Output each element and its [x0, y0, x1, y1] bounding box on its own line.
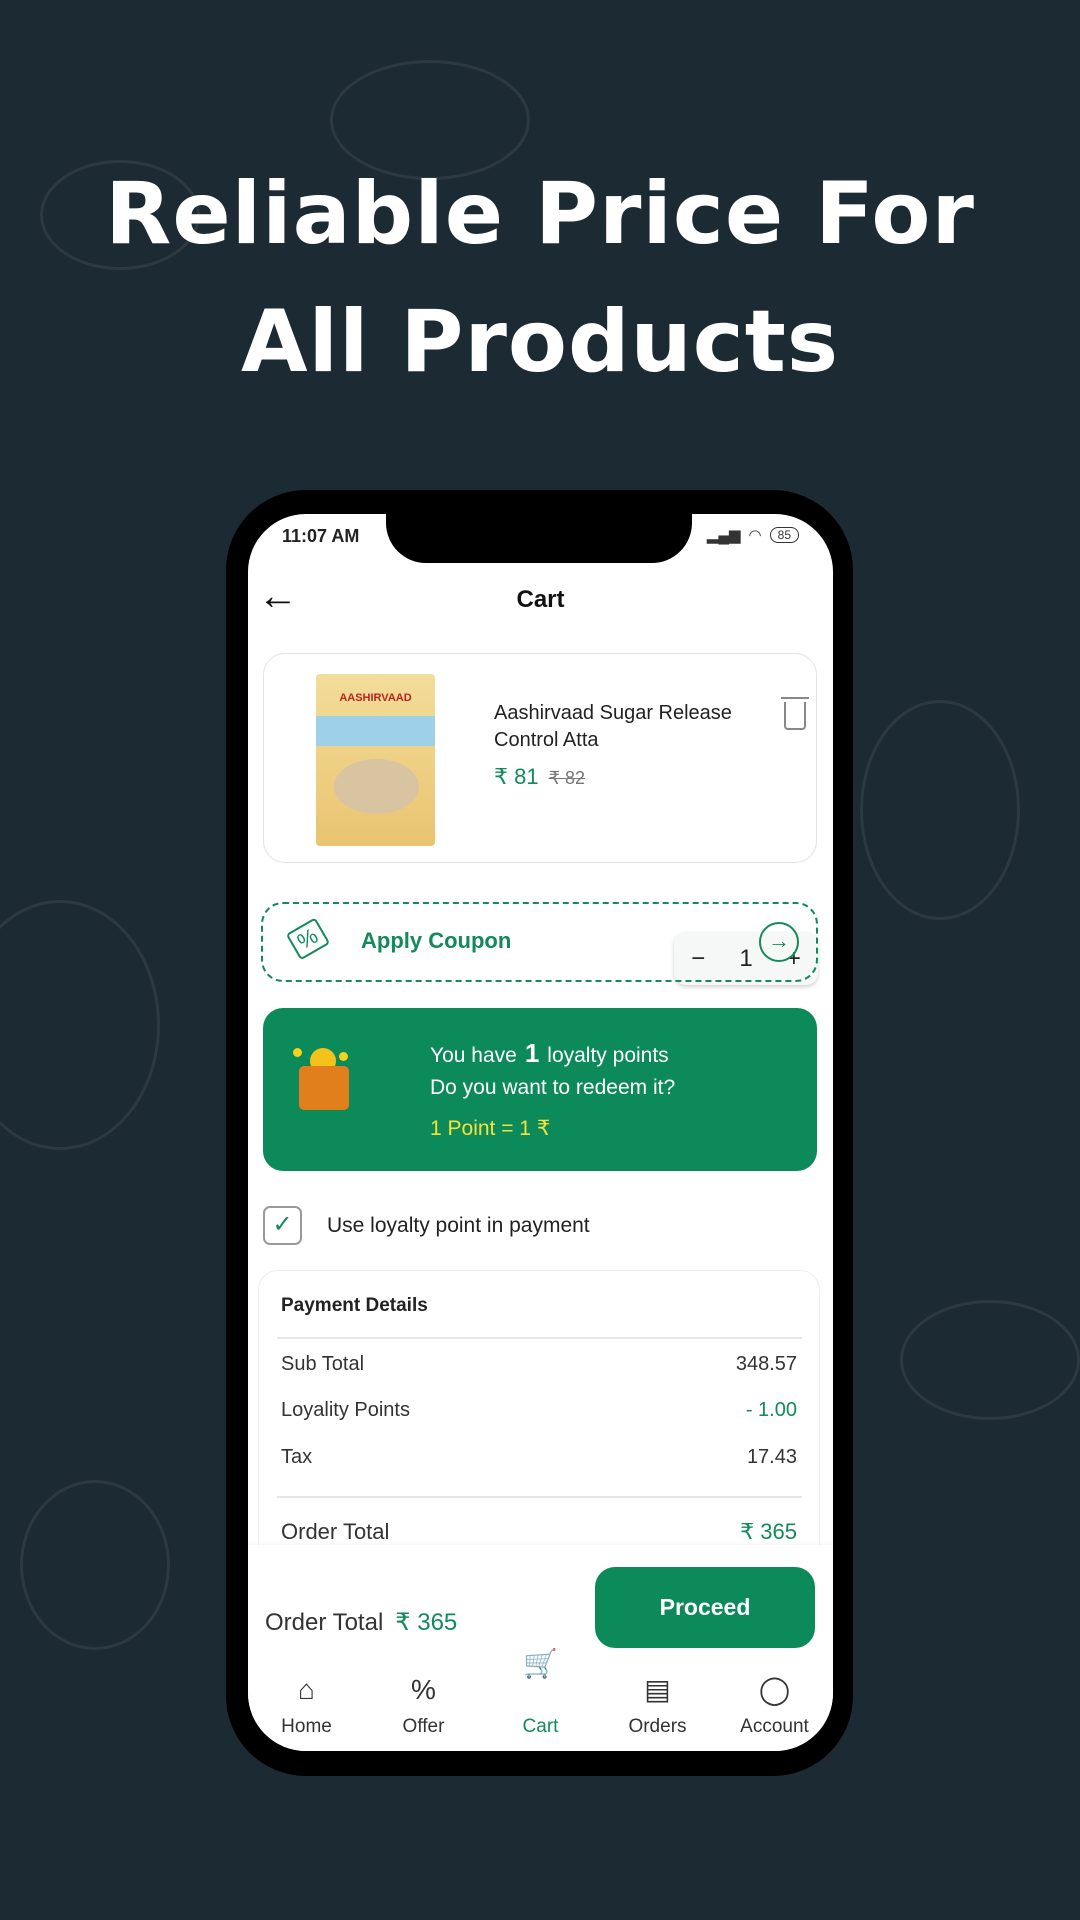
background-doodle	[20, 1480, 170, 1650]
checkout-bar: Order Total ₹ 365 Proceed ⌂ Home % Offer 🛒 C…	[248, 1545, 833, 1751]
sale-price: ₹ 81	[494, 764, 539, 789]
order-total-label: Order Total	[281, 1519, 390, 1544]
nav-home[interactable]: ⌂ Home	[248, 1670, 365, 1738]
percent-icon: %	[411, 1674, 436, 1705]
nav-cart[interactable]: 🛒 Cart	[482, 1648, 599, 1738]
orders-icon: ▤	[644, 1674, 671, 1705]
arrow-right-circle-icon[interactable]: →	[759, 922, 799, 962]
divider	[277, 1496, 802, 1498]
product-pack-logo: AASHIRVAAD	[339, 692, 412, 704]
divider	[277, 1337, 802, 1339]
bottom-nav: ⌂ Home % Offer 🛒 Cart ▤ Orders ◯ Account	[248, 1648, 833, 1738]
use-loyalty-checkbox[interactable]: ✓	[263, 1206, 302, 1245]
use-loyalty-label[interactable]: Use loyalty point in payment	[327, 1214, 590, 1238]
cart-icon: 🛒	[523, 1648, 558, 1679]
headline-line-2: All Products	[240, 292, 840, 392]
sparkle-icon	[339, 1052, 348, 1061]
order-total-value: ₹ 365	[740, 1519, 797, 1544]
original-price: ₹ 82	[548, 768, 586, 788]
page-title: Cart	[516, 586, 565, 613]
nav-offer[interactable]: % Offer	[365, 1670, 482, 1738]
product-name[interactable]: Aashirvaad Sugar Release Control Atta	[494, 700, 764, 754]
wallet-icon	[299, 1066, 349, 1110]
product-image[interactable]: AASHIRVAAD	[316, 674, 435, 846]
phone-screen: 11:07 AM ▂▄▆ ◠ 85 ← Cart AASHIRVAAD Aash…	[248, 514, 833, 1751]
footer-order-total: Order Total ₹ 365	[265, 1609, 458, 1636]
coupon-icon: %	[285, 917, 330, 961]
proceed-button[interactable]: Proceed	[595, 1567, 815, 1648]
subtotal-value: 348.57	[735, 1353, 797, 1375]
status-time: 11:07 AM	[282, 526, 360, 546]
footer-total-value: ₹ 365	[395, 1609, 458, 1636]
status-icons: ▂▄▆ ◠ 85	[707, 526, 799, 544]
headline: Reliable Price For All Products	[0, 150, 1080, 406]
user-icon: ◯	[758, 1674, 791, 1705]
point-rate: 1 Point = 1 ₹	[430, 1117, 551, 1140]
cart-item-card: AASHIRVAAD Aashirvaad Sugar Release Cont…	[263, 653, 818, 985]
signal-icon: ▂▄▆	[706, 527, 741, 544]
loyalty-banner: You have 1 loyalty points Do you want to r…	[263, 1008, 817, 1171]
home-icon: ⌂	[298, 1674, 315, 1705]
loyalty-points-label: Loyality Points	[281, 1399, 410, 1421]
payment-details-card: Payment Details Sub Total 348.57 Loyalit…	[258, 1270, 820, 1590]
apply-coupon-label: Apply Coupon	[361, 928, 512, 953]
tax-value: 17.43	[746, 1446, 797, 1468]
battery-icon: 85	[769, 527, 799, 543]
payment-details-title: Payment Details	[281, 1295, 428, 1316]
loyalty-points-text: You have 1 loyalty points	[430, 1038, 669, 1068]
background-doodle	[900, 1300, 1080, 1420]
wifi-icon: ◠	[748, 527, 762, 544]
sparkle-icon	[293, 1048, 302, 1057]
product-price: ₹ 81 ₹ 82	[494, 764, 585, 790]
nav-account[interactable]: ◯ Account	[716, 1670, 833, 1738]
redeem-question: Do you want to redeem it?	[430, 1076, 676, 1099]
nav-orders[interactable]: ▤ Orders	[599, 1670, 716, 1738]
background-doodle	[860, 700, 1020, 920]
tax-label: Tax	[281, 1446, 313, 1468]
subtotal-label: Sub Total	[281, 1353, 365, 1375]
headline-line-1: Reliable Price For	[105, 164, 975, 264]
trash-icon[interactable]	[781, 697, 809, 730]
apply-coupon-button[interactable]: % Apply Coupon →	[261, 902, 818, 982]
background-doodle	[0, 900, 160, 1150]
loyalty-points-count: 1	[524, 1038, 540, 1068]
loyalty-points-value: - 1.00	[745, 1399, 797, 1421]
notch	[386, 514, 692, 563]
